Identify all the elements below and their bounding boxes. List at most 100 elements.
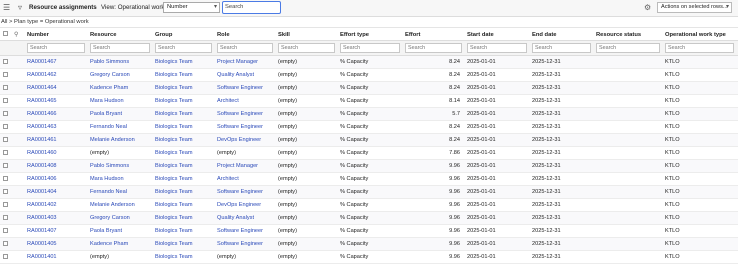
cell-group[interactable]: Biologics Team xyxy=(155,149,193,157)
cell-role[interactable]: Software Engineer xyxy=(217,110,263,118)
gear-icon[interactable]: ⚙ xyxy=(644,3,651,12)
filter-skill[interactable] xyxy=(278,43,335,53)
cell-group[interactable]: Biologics Team xyxy=(155,240,193,248)
cell-number[interactable]: RA0001407 xyxy=(27,227,57,235)
cell-resource[interactable]: Kadence Pham xyxy=(90,84,128,92)
col-resource[interactable]: Resource xyxy=(90,31,116,39)
cell-group[interactable]: Biologics Team xyxy=(155,253,193,261)
table-row[interactable]: RA0001463 Fernando Neal Biologics Team S… xyxy=(0,121,738,134)
cell-resource[interactable]: Fernando Neal xyxy=(90,123,127,131)
filter-resource-status[interactable] xyxy=(596,43,660,53)
cell-group[interactable]: Biologics Team xyxy=(155,214,193,222)
breadcrumb[interactable]: All > Plan type = Operational work xyxy=(0,17,738,28)
col-role[interactable]: Role xyxy=(217,31,230,39)
actions-select[interactable]: Actions on selected rows... ▾ xyxy=(657,2,732,13)
cell-number[interactable]: RA0001404 xyxy=(27,188,57,196)
cell-group[interactable]: Biologics Team xyxy=(155,84,193,92)
table-row[interactable]: RA0001404 Fernando Neal Biologics Team S… xyxy=(0,186,738,199)
row-checkbox[interactable] xyxy=(3,176,8,181)
table-row[interactable]: RA0001460 (empty) Biologics Team (empty)… xyxy=(0,147,738,160)
cell-number[interactable]: RA0001467 xyxy=(27,58,57,66)
cell-role[interactable]: Project Manager xyxy=(217,58,258,66)
row-checkbox[interactable] xyxy=(3,241,8,246)
col-skill[interactable]: Skill xyxy=(278,31,290,39)
cell-number[interactable]: RA0001402 xyxy=(27,201,57,209)
row-checkbox[interactable] xyxy=(3,111,8,116)
filter-resource[interactable] xyxy=(90,43,150,53)
table-row[interactable]: RA0001401 (empty) Biologics Team (empty)… xyxy=(0,251,738,264)
cell-group[interactable]: Biologics Team xyxy=(155,175,193,183)
cell-resource[interactable]: Pablo Simmons xyxy=(90,162,129,170)
filter-effort-type[interactable] xyxy=(340,43,400,53)
cell-number[interactable]: RA0001401 xyxy=(27,253,57,261)
filter-role[interactable] xyxy=(217,43,273,53)
cell-group[interactable]: Biologics Team xyxy=(155,58,193,66)
table-row[interactable]: RA0001461 Melanie Anderson Biologics Tea… xyxy=(0,134,738,147)
cell-role[interactable]: DevOps Engineer xyxy=(217,201,261,209)
table-row[interactable]: RA0001408 Pablo Simmons Biologics Team P… xyxy=(0,160,738,173)
cell-group[interactable]: Biologics Team xyxy=(155,227,193,235)
cell-number[interactable]: RA0001464 xyxy=(27,84,57,92)
cell-number[interactable]: RA0001405 xyxy=(27,240,57,248)
cell-group[interactable]: Biologics Team xyxy=(155,201,193,209)
filter-group[interactable] xyxy=(155,43,212,53)
col-end-date[interactable]: End date xyxy=(532,31,556,39)
filter-effort[interactable] xyxy=(405,43,462,53)
table-row[interactable]: RA0001462 Gregory Carson Biologics Team … xyxy=(0,69,738,82)
menu-icon[interactable]: ☰ xyxy=(3,3,10,12)
search-input[interactable]: Search xyxy=(222,1,281,14)
col-effort[interactable]: Effort xyxy=(405,31,420,39)
cell-resource[interactable]: Pablo Simmons xyxy=(90,58,129,66)
cell-group[interactable]: Biologics Team xyxy=(155,162,193,170)
filter-icon[interactable]: ▿ xyxy=(18,3,22,12)
table-row[interactable]: RA0001407 Paola Bryant Biologics Team So… xyxy=(0,225,738,238)
filter-operational-work-type[interactable] xyxy=(665,43,734,53)
cell-group[interactable]: Biologics Team xyxy=(155,123,193,131)
row-checkbox[interactable] xyxy=(3,163,8,168)
col-number[interactable]: Number xyxy=(27,31,49,39)
cell-role[interactable]: Software Engineer xyxy=(217,227,263,235)
row-checkbox[interactable] xyxy=(3,228,8,233)
cell-resource[interactable]: Melanie Anderson xyxy=(90,201,135,209)
col-operational-work-type[interactable]: Operational work type xyxy=(665,31,726,39)
row-checkbox[interactable] xyxy=(3,59,8,64)
row-checkbox[interactable] xyxy=(3,72,8,77)
col-effort-type[interactable]: Effort type xyxy=(340,31,369,39)
row-checkbox[interactable] xyxy=(3,202,8,207)
search-icon[interactable]: ⚲ xyxy=(14,31,18,39)
cell-number[interactable]: RA0001462 xyxy=(27,71,57,79)
table-row[interactable]: RA0001406 Mara Hudson Biologics Team Arc… xyxy=(0,173,738,186)
row-checkbox[interactable] xyxy=(3,124,8,129)
cell-number[interactable]: RA0001408 xyxy=(27,162,57,170)
select-all-checkbox[interactable] xyxy=(3,31,8,36)
cell-resource[interactable]: Fernando Neal xyxy=(90,188,127,196)
cell-resource[interactable]: Paola Bryant xyxy=(90,227,122,235)
cell-role[interactable]: DevOps Engineer xyxy=(217,136,261,144)
cell-role[interactable]: Project Manager xyxy=(217,162,258,170)
cell-number[interactable]: RA0001461 xyxy=(27,136,57,144)
table-row[interactable]: RA0001405 Kadence Pham Biologics Team So… xyxy=(0,238,738,251)
row-checkbox[interactable] xyxy=(3,254,8,259)
cell-role[interactable]: Architect xyxy=(217,97,239,105)
col-resource-status[interactable]: Resource status xyxy=(596,31,641,39)
cell-number[interactable]: RA0001466 xyxy=(27,110,57,118)
filter-start-date[interactable] xyxy=(467,43,527,53)
table-row[interactable]: RA0001464 Kadence Pham Biologics Team So… xyxy=(0,82,738,95)
table-row[interactable]: RA0001465 Mara Hudson Biologics Team Arc… xyxy=(0,95,738,108)
cell-group[interactable]: Biologics Team xyxy=(155,110,193,118)
row-checkbox[interactable] xyxy=(3,215,8,220)
row-checkbox[interactable] xyxy=(3,150,8,155)
cell-resource[interactable]: Gregory Carson xyxy=(90,71,130,79)
cell-group[interactable]: Biologics Team xyxy=(155,136,193,144)
cell-number[interactable]: RA0001403 xyxy=(27,214,57,222)
cell-group[interactable]: Biologics Team xyxy=(155,71,193,79)
cell-number[interactable]: RA0001465 xyxy=(27,97,57,105)
cell-role[interactable]: Software Engineer xyxy=(217,123,263,131)
cell-role[interactable]: Software Engineer xyxy=(217,188,263,196)
table-row[interactable]: RA0001403 Gregory Carson Biologics Team … xyxy=(0,212,738,225)
cell-number[interactable]: RA0001463 xyxy=(27,123,57,131)
row-checkbox[interactable] xyxy=(3,85,8,90)
table-row[interactable]: RA0001466 Paola Bryant Biologics Team So… xyxy=(0,108,738,121)
view-label[interactable]: View: Operational work xyxy=(101,4,165,12)
cell-resource[interactable]: Melanie Anderson xyxy=(90,136,135,144)
